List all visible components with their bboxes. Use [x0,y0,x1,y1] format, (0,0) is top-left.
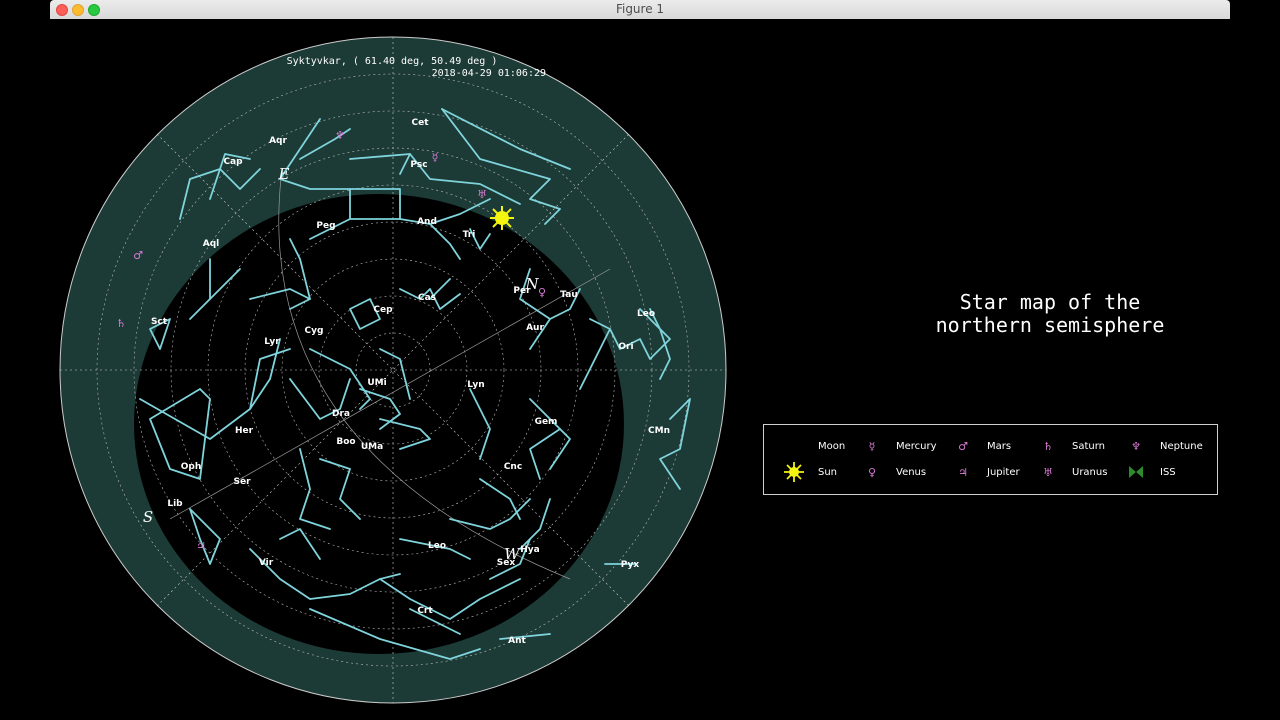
legend-item-mercury: ☿ Mercury [860,437,937,455]
legend-label: Mercury [896,440,937,452]
constellation-label: Ant [508,636,526,646]
constellation-label: Dra [332,409,350,419]
legend-item-venus: ♀ Venus [860,463,926,481]
legend-label: Moon [818,440,846,452]
uranus-icon: ♀ [538,286,546,299]
uranus-icon: ♅ [1043,465,1053,479]
legend-item-moon: Moon [782,437,845,455]
direction-mark: W [504,545,521,563]
sun-icon [490,206,514,230]
star-map-static-layer: ☿ ♂ ♄ ♃ ♅ ♆ ♀ [59,36,727,704]
constellation-label: Boo [336,437,355,447]
legend-label: Mars [987,440,1012,452]
legend-item-neptune: ♆ Neptune [1124,437,1203,455]
constellation-label: CMn [648,426,670,436]
constellation-label: Leo [428,541,446,551]
figure-title: Star map of the northern semisphere [910,291,1190,337]
constellation-label: Ori [618,342,633,352]
legend-item-jupiter: ♃ Jupiter [951,463,1020,481]
legend-box: Moon ☿ Mercury ♂ Mars ♄ Saturn ♆ Neptune… [763,424,1218,495]
constellation-label: Aqr [269,136,287,146]
saturn-icon: ♄ [1043,439,1053,453]
constellation-label: Pyx [621,560,640,570]
legend-label: Sun [818,466,838,478]
mars-icon: ♂ [133,249,143,262]
legend-item-mars: ♂ Mars [951,437,1011,455]
constellation-label: Aur [526,323,544,333]
direction-mark: N [524,275,539,293]
datetime-label: 2018-04-29 01:06:29 [432,68,546,79]
constellation-label: Her [235,426,254,436]
legend-label: Uranus [1072,466,1108,478]
venus-icon: ♀ [867,465,877,479]
window-title: Figure 1 [615,2,665,16]
figure-canvas: ☿ ♂ ♄ ♃ ♅ ♆ ♀ Cet Aqr Cap Psc Peg And Tri Aql Pe… [50,19,1230,720]
legend-label: Neptune [1160,440,1203,452]
saturn-icon: ♄ [116,317,126,330]
legend-label: Jupiter [987,466,1020,478]
constellation-label: Sct [151,317,168,327]
constellation-label: Cnc [504,462,522,472]
constellation-label: Tri [463,230,476,240]
constellation-label: Tau [560,290,577,300]
sun-icon [782,462,806,482]
neptune-icon: ♆ [335,129,345,142]
constellation-label: Hya [520,545,539,555]
constellation-label: Ser [233,477,251,487]
constellation-label: UMa [361,442,383,452]
window-titlebar[interactable]: Figure 1 [50,0,1230,20]
mercury-icon: ☿ [868,439,876,453]
legend-item-uranus: ♅ Uranus [1036,463,1107,481]
constellation-label: Cas [418,293,436,303]
figure-title-line1: Star map of the [959,290,1141,314]
constellation-label: UMi [367,378,386,388]
star-map-plot: ☿ ♂ ♄ ♃ ♅ ♆ ♀ CetAqrCap PscPeg AndTriAqlPe… [59,36,727,704]
venus-icon: ♅ [477,188,487,201]
constellation-label: Cap [223,157,243,167]
constellation-label: Lyr [264,337,280,347]
constellation-label: Lyn [467,380,484,390]
moon-icon [782,437,806,455]
direction-mark: S [143,508,153,526]
jupiter-icon: ♃ [958,465,968,479]
figure-title-line2: northern semisphere [935,313,1165,337]
constellation-label: Lib [167,499,183,509]
mercury-icon: ☿ [432,151,439,164]
legend-label: ISS [1160,466,1176,478]
legend-label: Saturn [1072,440,1106,452]
constellation-label: Psc [410,160,427,170]
direction-mark: E [278,165,290,183]
constellation-label: Cet [411,118,429,128]
neptune-icon: ♆ [1131,439,1141,453]
legend-item-saturn: ♄ Saturn [1036,437,1105,455]
location-label: Syktyvkar, ( 61.40 deg, 50.49 deg ) [287,56,498,67]
jupiter-icon: ♃ [196,540,206,553]
legend-label: Venus [896,466,927,478]
legend-item-iss: ISS [1124,463,1176,481]
mars-icon: ♂ [958,439,968,453]
constellation-label: Aql [203,239,220,249]
constellation-label: Vir [259,558,274,568]
legend-item-sun: Sun [782,462,838,482]
constellation-label: Leo [637,309,655,319]
constellation-label: Crt [417,606,433,616]
constellation-label: Gem [535,417,558,427]
constellation-label: And [417,217,437,227]
constellation-label: Cep [373,305,393,315]
constellation-label: Oph [181,462,202,472]
constellation-label: Cyg [305,326,324,336]
iss-icon [1124,463,1148,481]
constellation-label: Peg [316,221,335,231]
